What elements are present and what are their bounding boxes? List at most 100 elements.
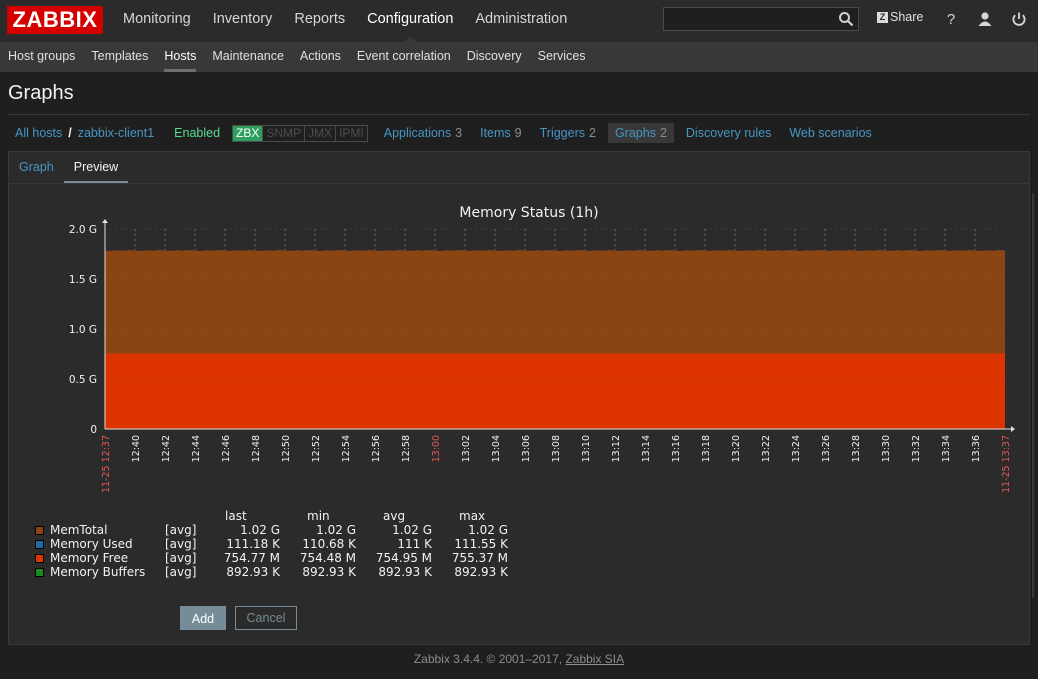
page-title: Graphs: [8, 82, 74, 104]
legend-series-func: [avg]: [165, 537, 197, 551]
x-tick-label: 13:20: [731, 435, 742, 462]
legend-max: 892.93 K: [454, 565, 508, 579]
submenu-services[interactable]: Services: [530, 42, 594, 72]
x-tick-label: 13:00: [431, 435, 442, 462]
x-tick-label: 13:02: [461, 435, 472, 462]
search-input[interactable]: [663, 7, 859, 31]
nav-graphs-label: Graphs: [614, 126, 656, 140]
footer-copyright: Zabbix 3.4.4. © 2001–2017,: [413, 652, 566, 666]
nav-items[interactable]: Items 9: [480, 126, 522, 140]
legend-min: 110.68 K: [302, 537, 356, 551]
nav-web-scenarios[interactable]: Web scenarios: [789, 126, 871, 140]
zabbix-share-icon: Z: [877, 11, 888, 23]
legend-swatch: [35, 554, 44, 563]
x-start-label: 11-25 12:37: [101, 435, 112, 493]
y-axis-arrow: [102, 219, 108, 223]
x-axis-arrow: [1011, 426, 1015, 432]
user-profile-icon[interactable]: [976, 10, 994, 28]
nav-graphs-count: 2: [659, 126, 667, 140]
nav-triggers-label: Triggers: [539, 126, 585, 140]
legend-header-avg: avg: [383, 509, 406, 523]
y-tick-label: 0.5 G: [69, 374, 97, 386]
chart-title: Memory Status (1h): [459, 205, 598, 221]
submenu-actions[interactable]: Actions: [292, 42, 349, 72]
zabbix-logo[interactable]: ZABBIX: [7, 6, 103, 34]
legend-last: 892.93 K: [226, 565, 280, 579]
menu-administration[interactable]: Administration: [464, 0, 578, 42]
sub-navigation-bar: Host groups Templates Hosts Maintenance …: [0, 42, 1038, 72]
sign-out-icon[interactable]: [1010, 10, 1028, 28]
nav-items-label: Items: [480, 126, 511, 140]
menu-monitoring[interactable]: Monitoring: [112, 0, 202, 42]
x-end-label: 11-25 13:37: [1001, 435, 1012, 493]
legend-series-name: Memory Used: [50, 537, 133, 551]
legend-series-name: Memory Free: [50, 551, 129, 565]
cancel-button[interactable]: Cancel: [235, 606, 297, 630]
x-tick-label: 12:46: [221, 435, 232, 462]
legend-min: 754.48 M: [299, 551, 356, 565]
x-tick-label: 13:36: [971, 435, 982, 462]
availability-indicators: ZBX SNMP JMX IPMI: [232, 124, 368, 142]
x-tick-label: 12:54: [341, 435, 352, 462]
submenu-hosts[interactable]: Hosts: [156, 42, 204, 72]
x-tick-label: 13:24: [791, 435, 802, 462]
x-tick-label: 13:30: [881, 435, 892, 462]
legend-header-max: max: [459, 509, 486, 523]
legend-avg: 754.95 M: [375, 551, 432, 565]
legend-avg: 892.93 K: [378, 565, 432, 579]
legend-min: 892.93 K: [302, 565, 356, 579]
memory-status-chart: Memory Status (1h) 0 0.5 G 1.0 G 1.5 G 2.0 G 1…: [69, 205, 1015, 493]
x-tick-label: 12:48: [251, 435, 262, 462]
x-tick-label: 13:34: [941, 435, 952, 462]
legend-series-name: MemTotal: [50, 523, 108, 537]
share-button[interactable]: Z Share: [877, 10, 923, 24]
y-tick-label: 1.5 G: [69, 274, 97, 286]
x-tick-label: 12:42: [161, 435, 172, 462]
legend-series-func: [avg]: [165, 551, 197, 565]
breadcrumb-all-hosts[interactable]: All hosts: [15, 126, 62, 140]
availability-snmp: SNMP: [262, 125, 304, 141]
submenu-maintenance[interactable]: Maintenance: [204, 42, 292, 72]
x-tick-label: 13:06: [521, 435, 532, 462]
legend-series-func: [avg]: [165, 565, 197, 579]
menu-configuration[interactable]: Configuration: [356, 0, 464, 42]
legend-header-last: last: [225, 509, 247, 523]
y-tick-label: 1.0 G: [69, 324, 97, 336]
page-footer: Zabbix 3.4.4. © 2001–2017, Zabbix SIA: [0, 652, 1038, 666]
scroll-edge: [1032, 193, 1034, 598]
menu-inventory[interactable]: Inventory: [202, 0, 284, 42]
search-icon[interactable]: [838, 11, 854, 27]
host-status-enabled[interactable]: Enabled: [174, 126, 220, 140]
menu-reports[interactable]: Reports: [283, 0, 356, 42]
y-tick-label: 2.0 G: [69, 224, 97, 236]
submenu-event-correlation[interactable]: Event correlation: [349, 42, 459, 72]
legend-last: 111.18 K: [226, 537, 280, 551]
x-tick-label: 12:40: [131, 435, 142, 462]
series-area-memory-free: [105, 353, 1005, 429]
x-tick-label: 13:22: [761, 435, 772, 462]
availability-ipmi: IPMI: [335, 125, 367, 141]
footer-zabbix-sia-link[interactable]: Zabbix SIA: [565, 652, 624, 666]
nav-applications-count: 3: [455, 126, 463, 140]
nav-graphs[interactable]: Graphs 2: [607, 123, 674, 143]
x-tick-label: 13:12: [611, 435, 622, 462]
add-button[interactable]: Add: [180, 606, 226, 630]
breadcrumb-host[interactable]: zabbix-client1: [78, 126, 154, 140]
nav-applications-label: Applications: [383, 126, 452, 140]
availability-zbx: ZBX: [233, 125, 263, 141]
submenu-templates[interactable]: Templates: [83, 42, 156, 72]
nav-triggers[interactable]: Triggers 2: [540, 126, 596, 140]
x-tick-label: 13:08: [551, 435, 562, 462]
x-tick-label: 13:32: [911, 435, 922, 462]
nav-discovery-rules[interactable]: Discovery rules: [686, 126, 771, 140]
legend-max: 755.37 M: [451, 551, 508, 565]
submenu-discovery[interactable]: Discovery: [459, 42, 530, 72]
help-icon[interactable]: ?: [942, 10, 960, 28]
x-tick-label: 12:52: [311, 435, 322, 462]
submenu-host-groups[interactable]: Host groups: [0, 42, 83, 72]
x-tick-label: 12:56: [371, 435, 382, 462]
x-tick-label: 13:10: [581, 435, 592, 462]
nav-applications[interactable]: Applications 3: [384, 126, 462, 140]
legend-header-min: min: [307, 509, 330, 523]
x-tick-label: 12:44: [191, 435, 202, 462]
